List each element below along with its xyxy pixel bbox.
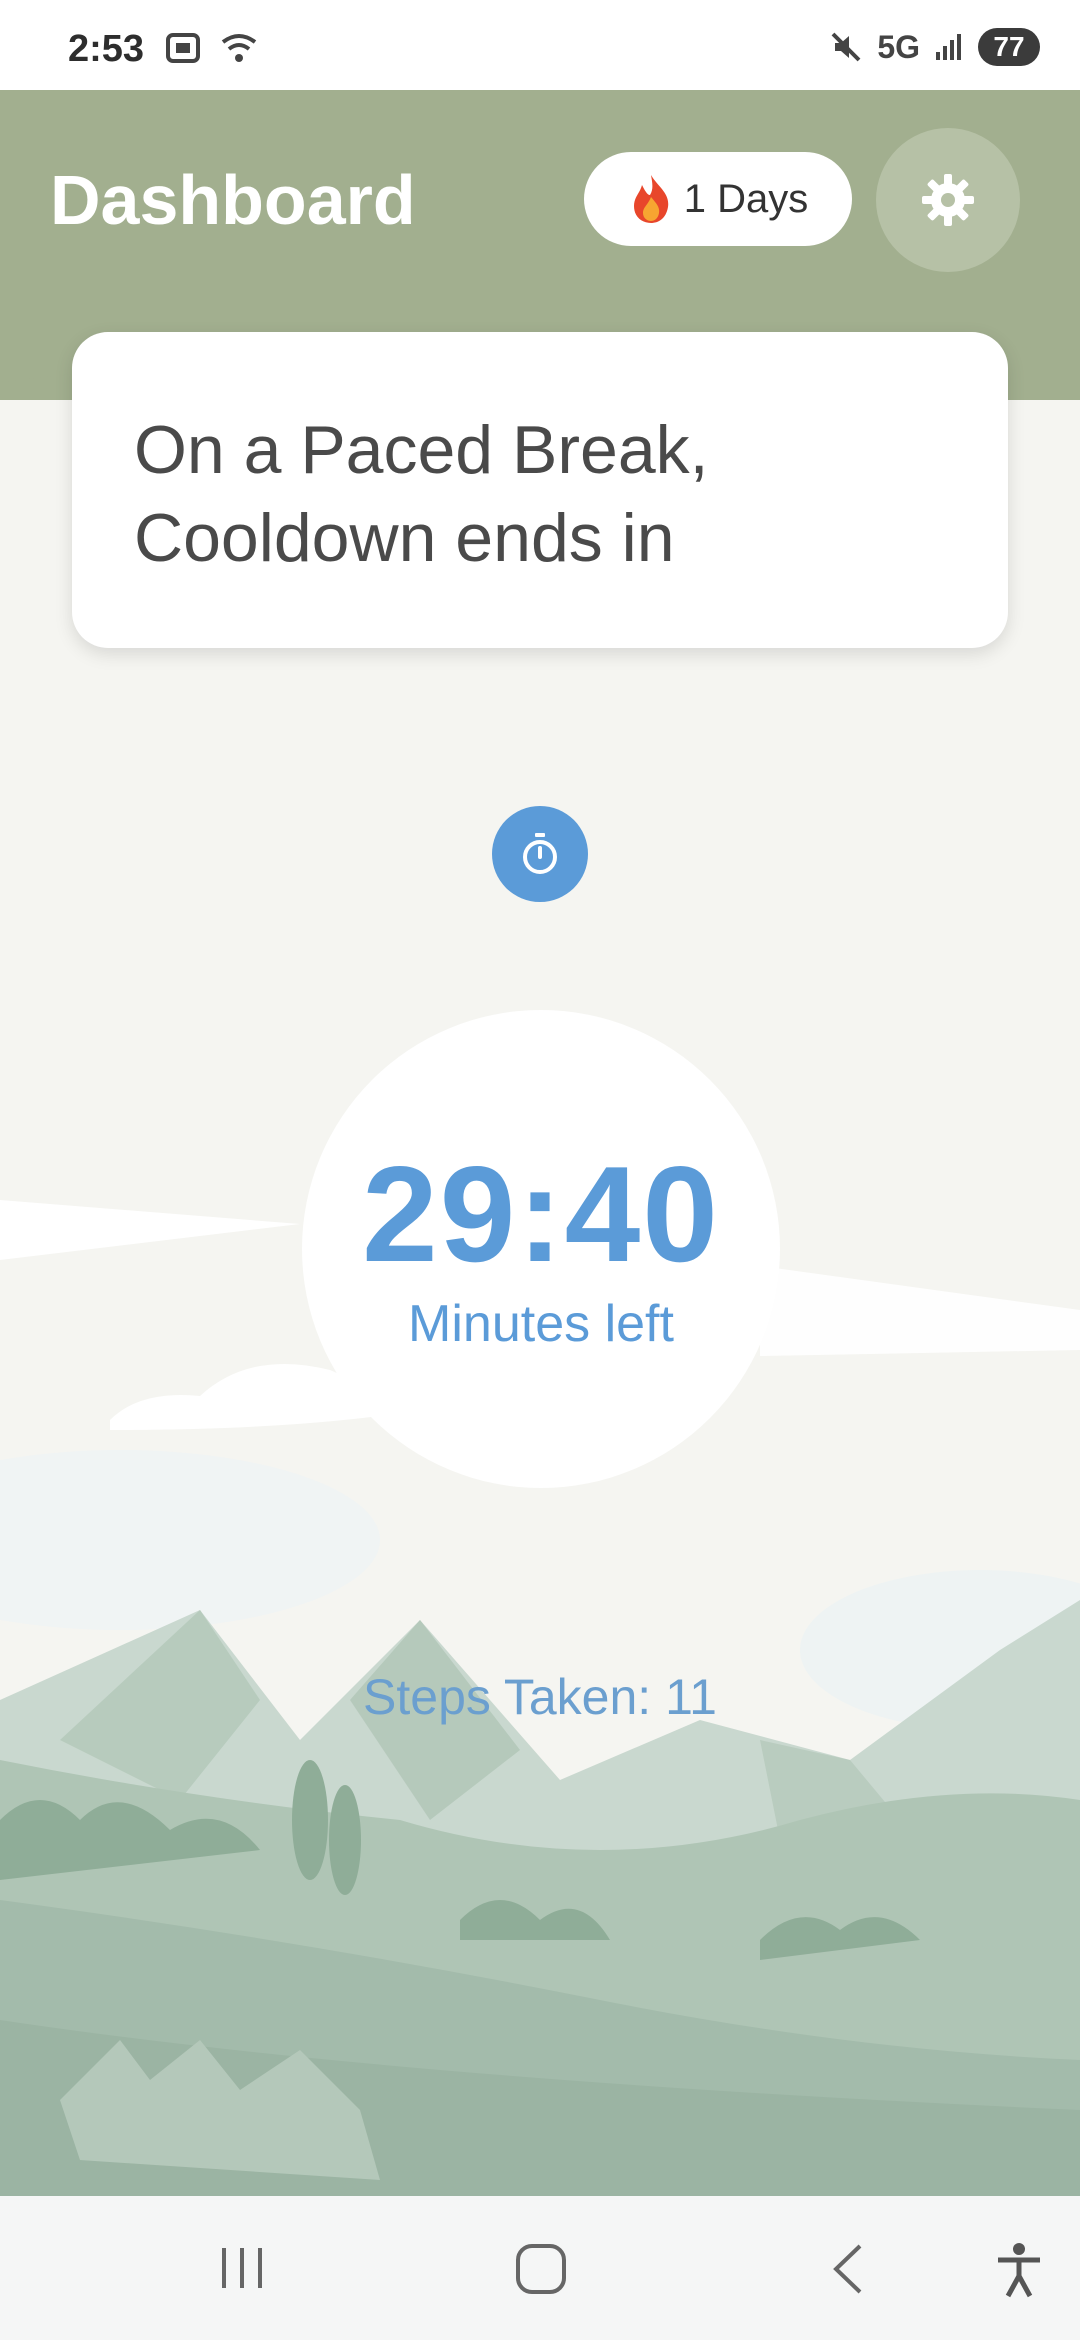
- signal-icon: [936, 34, 961, 60]
- steps-taken: Steps Taken: 11: [363, 1669, 717, 1725]
- countdown-label: Minutes left: [408, 1295, 674, 1353]
- battery-icon: 77: [978, 28, 1040, 66]
- recent-apps-icon[interactable]: [216, 2242, 268, 2294]
- stopwatch-button[interactable]: [492, 806, 588, 902]
- countdown-time: 29:40: [362, 1138, 720, 1290]
- break-status-line1: On a Paced Break,: [134, 412, 709, 488]
- page-title: Dashboard: [50, 161, 416, 239]
- status-time: 2:53: [68, 28, 145, 70]
- stopwatch-icon: [523, 833, 557, 874]
- status-bar: 2:53 5G 77: [0, 0, 1080, 90]
- wifi-icon: [221, 34, 257, 62]
- nav-bar: [0, 2196, 1080, 2340]
- network-label: 5G: [877, 28, 920, 65]
- status-right: 5G 77: [829, 28, 1040, 66]
- fire-icon: [633, 175, 668, 223]
- accessibility-icon[interactable]: [994, 2242, 1044, 2298]
- settings-button[interactable]: [876, 128, 1020, 272]
- screenshot-icon: [166, 33, 200, 63]
- break-status-card: On a Paced Break, Cooldown ends in: [72, 332, 1008, 648]
- break-status-text: On a Paced Break, Cooldown ends in: [134, 406, 954, 582]
- status-left-icons: [165, 32, 259, 64]
- streak-label: 1 Days: [683, 176, 809, 221]
- countdown-circle: 29:40 Minutes left: [302, 1010, 780, 1488]
- break-status-line2: Cooldown ends in: [134, 500, 675, 576]
- home-icon[interactable]: [514, 2242, 568, 2296]
- streak-badge[interactable]: 1 Days: [584, 152, 852, 246]
- mute-icon: [831, 32, 861, 62]
- back-icon[interactable]: [826, 2242, 870, 2296]
- gear-icon: [922, 174, 974, 226]
